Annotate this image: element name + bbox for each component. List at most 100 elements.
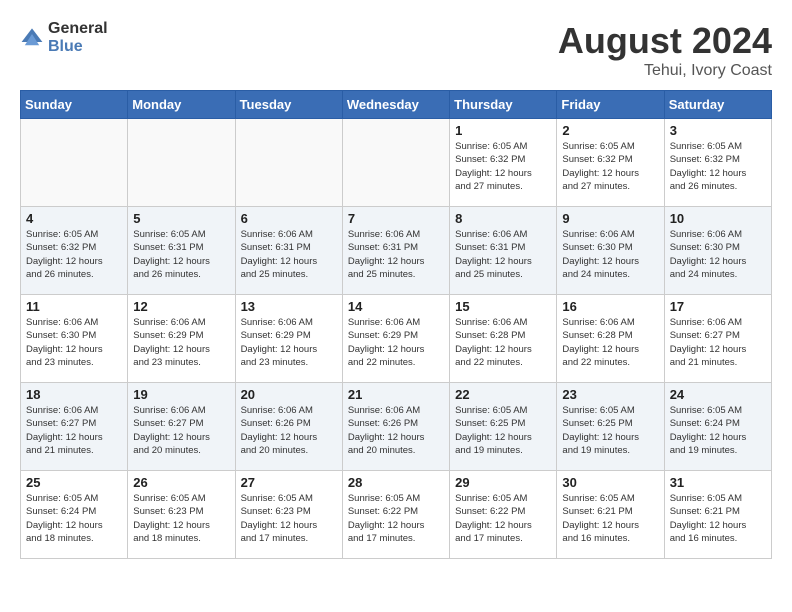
day-number: 11 — [26, 299, 122, 314]
day-number: 27 — [241, 475, 337, 490]
day-info: Sunrise: 6:05 AM Sunset: 6:32 PM Dayligh… — [562, 140, 658, 193]
day-number: 30 — [562, 475, 658, 490]
day-number: 21 — [348, 387, 444, 402]
day-info: Sunrise: 6:06 AM Sunset: 6:29 PM Dayligh… — [348, 316, 444, 369]
calendar-week-row: 4 Sunrise: 6:05 AM Sunset: 6:32 PM Daylig… — [21, 207, 772, 295]
table-row: 14 Sunrise: 6:06 AM Sunset: 6:29 PM Dayli… — [342, 295, 449, 383]
logo: General Blue — [20, 20, 108, 55]
day-info: Sunrise: 6:05 AM Sunset: 6:22 PM Dayligh… — [455, 492, 551, 545]
header-sunday: Sunday — [21, 91, 128, 119]
table-row: 28Sunrise: 6:05 AM Sunset: 6:22 PM Dayli… — [342, 471, 449, 559]
table-row: 16 Sunrise: 6:06 AM Sunset: 6:28 PM Dayli… — [557, 295, 664, 383]
day-info: Sunrise: 6:05 AM Sunset: 6:32 PM Dayligh… — [26, 228, 122, 281]
day-number: 5 — [133, 211, 229, 226]
table-row: 31Sunrise: 6:05 AM Sunset: 6:21 PM Dayli… — [664, 471, 771, 559]
calendar-table: Sunday Monday Tuesday Wednesday Thursday… — [20, 90, 772, 559]
day-number: 22 — [455, 387, 551, 402]
day-number: 2 — [562, 123, 658, 138]
table-row: 13Sunrise: 6:06 AM Sunset: 6:29 PM Dayli… — [235, 295, 342, 383]
day-number: 24 — [670, 387, 766, 402]
day-number: 19 — [133, 387, 229, 402]
table-row: 25Sunrise: 6:05 AM Sunset: 6:24 PM Dayli… — [21, 471, 128, 559]
table-row: 10 Sunrise: 6:06 AM Sunset: 6:30 PM Dayli… — [664, 207, 771, 295]
day-number: 20 — [241, 387, 337, 402]
day-info: Sunrise: 6:06 AM Sunset: 6:31 PM Dayligh… — [455, 228, 551, 281]
header-wednesday: Wednesday — [342, 91, 449, 119]
day-number: 16 — [562, 299, 658, 314]
day-number: 12 — [133, 299, 229, 314]
day-number: 1 — [455, 123, 551, 138]
day-info: Sunrise: 6:06 AM Sunset: 6:27 PM Dayligh… — [133, 404, 229, 457]
day-info: Sunrise: 6:05 AM Sunset: 6:21 PM Dayligh… — [562, 492, 658, 545]
day-info: Sunrise: 6:05 AM Sunset: 6:21 PM Dayligh… — [670, 492, 766, 545]
calendar-week-row: 25Sunrise: 6:05 AM Sunset: 6:24 PM Dayli… — [21, 471, 772, 559]
day-number: 23 — [562, 387, 658, 402]
day-info: Sunrise: 6:06 AM Sunset: 6:30 PM Dayligh… — [26, 316, 122, 369]
day-number: 6 — [241, 211, 337, 226]
table-row: 17 Sunrise: 6:06 AM Sunset: 6:27 PM Dayli… — [664, 295, 771, 383]
calendar-week-row: 18 Sunrise: 6:06 AM Sunset: 6:27 PM Dayli… — [21, 383, 772, 471]
day-number: 4 — [26, 211, 122, 226]
table-row: 3Sunrise: 6:05 AM Sunset: 6:32 PM Daylig… — [664, 119, 771, 207]
day-info: Sunrise: 6:06 AM Sunset: 6:31 PM Dayligh… — [241, 228, 337, 281]
calendar-week-row: 11 Sunrise: 6:06 AM Sunset: 6:30 PM Dayli… — [21, 295, 772, 383]
calendar-title: August 2024 — [558, 20, 772, 62]
table-row: 21 Sunrise: 6:06 AM Sunset: 6:26 PM Dayli… — [342, 383, 449, 471]
calendar-header-row: Sunday Monday Tuesday Wednesday Thursday… — [21, 91, 772, 119]
day-info: Sunrise: 6:05 AM Sunset: 6:25 PM Dayligh… — [562, 404, 658, 457]
day-number: 17 — [670, 299, 766, 314]
table-row: 5Sunrise: 6:05 AM Sunset: 6:31 PM Daylig… — [128, 207, 235, 295]
day-info: Sunrise: 6:06 AM Sunset: 6:30 PM Dayligh… — [562, 228, 658, 281]
calendar-location: Tehui, Ivory Coast — [558, 62, 772, 80]
day-number: 18 — [26, 387, 122, 402]
calendar-week-row: 1 Sunrise: 6:05 AM Sunset: 6:32 PM Daylig… — [21, 119, 772, 207]
table-row: 8 Sunrise: 6:06 AM Sunset: 6:31 PM Daylig… — [450, 207, 557, 295]
table-row: 7 Sunrise: 6:06 AM Sunset: 6:31 PM Daylig… — [342, 207, 449, 295]
day-number: 9 — [562, 211, 658, 226]
day-info: Sunrise: 6:05 AM Sunset: 6:32 PM Dayligh… — [455, 140, 551, 193]
day-number: 28 — [348, 475, 444, 490]
day-info: Sunrise: 6:06 AM Sunset: 6:30 PM Dayligh… — [670, 228, 766, 281]
day-info: Sunrise: 6:06 AM Sunset: 6:29 PM Dayligh… — [133, 316, 229, 369]
day-info: Sunrise: 6:05 AM Sunset: 6:23 PM Dayligh… — [133, 492, 229, 545]
header-thursday: Thursday — [450, 91, 557, 119]
day-info: Sunrise: 6:06 AM Sunset: 6:27 PM Dayligh… — [670, 316, 766, 369]
day-info: Sunrise: 6:06 AM Sunset: 6:28 PM Dayligh… — [455, 316, 551, 369]
table-row: 30 Sunrise: 6:05 AM Sunset: 6:21 PM Dayli… — [557, 471, 664, 559]
table-row: 23 Sunrise: 6:05 AM Sunset: 6:25 PM Dayli… — [557, 383, 664, 471]
header-tuesday: Tuesday — [235, 91, 342, 119]
day-number: 10 — [670, 211, 766, 226]
table-row: 11 Sunrise: 6:06 AM Sunset: 6:30 PM Dayli… — [21, 295, 128, 383]
table-row: 22 Sunrise: 6:05 AM Sunset: 6:25 PM Dayli… — [450, 383, 557, 471]
table-row: 4 Sunrise: 6:05 AM Sunset: 6:32 PM Daylig… — [21, 207, 128, 295]
table-row: 27Sunrise: 6:05 AM Sunset: 6:23 PM Dayli… — [235, 471, 342, 559]
day-number: 7 — [348, 211, 444, 226]
table-row: 9 Sunrise: 6:06 AM Sunset: 6:30 PM Daylig… — [557, 207, 664, 295]
header-monday: Monday — [128, 91, 235, 119]
table-row: 2 Sunrise: 6:05 AM Sunset: 6:32 PM Daylig… — [557, 119, 664, 207]
day-info: Sunrise: 6:06 AM Sunset: 6:27 PM Dayligh… — [26, 404, 122, 457]
table-row — [21, 119, 128, 207]
day-number: 26 — [133, 475, 229, 490]
day-info: Sunrise: 6:06 AM Sunset: 6:26 PM Dayligh… — [241, 404, 337, 457]
day-info: Sunrise: 6:06 AM Sunset: 6:28 PM Dayligh… — [562, 316, 658, 369]
day-info: Sunrise: 6:06 AM Sunset: 6:29 PM Dayligh… — [241, 316, 337, 369]
table-row: 19 Sunrise: 6:06 AM Sunset: 6:27 PM Dayli… — [128, 383, 235, 471]
day-info: Sunrise: 6:05 AM Sunset: 6:25 PM Dayligh… — [455, 404, 551, 457]
table-row: 1 Sunrise: 6:05 AM Sunset: 6:32 PM Daylig… — [450, 119, 557, 207]
table-row — [235, 119, 342, 207]
table-row: 20 Sunrise: 6:06 AM Sunset: 6:26 PM Dayli… — [235, 383, 342, 471]
day-number: 14 — [348, 299, 444, 314]
table-row: 24Sunrise: 6:05 AM Sunset: 6:24 PM Dayli… — [664, 383, 771, 471]
table-row — [342, 119, 449, 207]
table-row — [128, 119, 235, 207]
day-number: 8 — [455, 211, 551, 226]
table-row: 15Sunrise: 6:06 AM Sunset: 6:28 PM Dayli… — [450, 295, 557, 383]
logo-general-text: General — [48, 20, 108, 38]
logo-blue-text: Blue — [48, 38, 108, 56]
day-number: 25 — [26, 475, 122, 490]
header-saturday: Saturday — [664, 91, 771, 119]
day-info: Sunrise: 6:06 AM Sunset: 6:31 PM Dayligh… — [348, 228, 444, 281]
page-header: General Blue August 2024 Tehui, Ivory Co… — [20, 20, 772, 80]
day-info: Sunrise: 6:06 AM Sunset: 6:26 PM Dayligh… — [348, 404, 444, 457]
